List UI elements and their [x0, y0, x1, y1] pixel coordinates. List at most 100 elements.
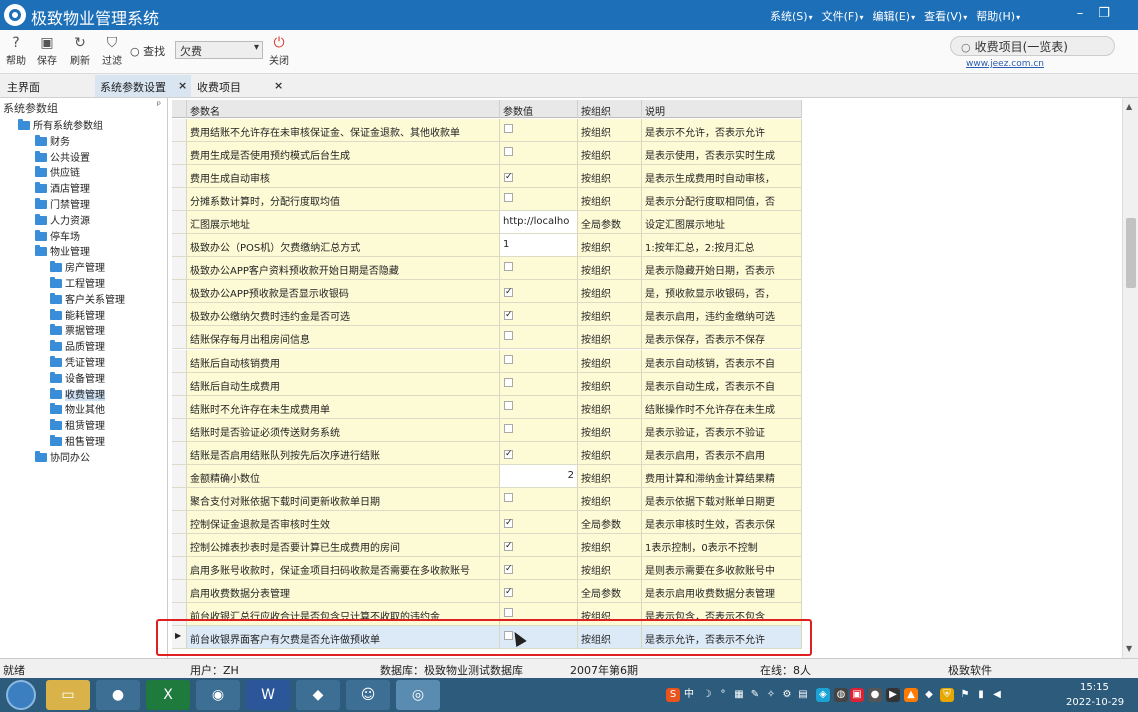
checkbox-unchecked[interactable]	[504, 354, 513, 364]
pin-icon[interactable]: ᵖ	[157, 100, 161, 111]
tree-item[interactable]: 收费管理	[50, 386, 105, 401]
tree-item[interactable]: 供应链	[35, 164, 80, 179]
tree-item[interactable]: 设备管理	[50, 370, 105, 385]
tree-item[interactable]: 所有系统参数组	[18, 117, 103, 132]
checkbox-checked[interactable]: ✓	[504, 518, 513, 528]
table-row[interactable]: 启用收费数据分表管理 ✓ 全局参数 是表示启用收费数据分表管理	[172, 580, 802, 603]
table-row[interactable]: 控制保证金退款是否审核时生效 ✓ 全局参数 是表示审核时生效，否表示保	[172, 510, 802, 534]
param-value-cell[interactable]: 1	[500, 234, 578, 258]
param-value-cell[interactable]	[500, 142, 578, 166]
param-value-cell[interactable]	[500, 372, 578, 396]
table-row[interactable]: 结账时是否验证必须传送财务系统 按组织 是表示验证，否表示不验证	[172, 418, 802, 442]
param-value-cell[interactable]: ✓	[500, 556, 578, 580]
param-value-cell[interactable]	[500, 257, 578, 281]
header-description[interactable]: 说明	[642, 100, 802, 118]
checkbox-checked[interactable]: ✓	[504, 541, 513, 551]
param-value-cell[interactable]: ✓	[500, 280, 578, 304]
tree-item[interactable]: 公共设置	[35, 149, 90, 164]
menu-help[interactable]: 帮助(H)	[976, 8, 1020, 24]
table-row[interactable]: 汇图展示地址 http://localho 全局参数 设定汇图展示地址	[172, 211, 802, 235]
param-value-cell[interactable]	[500, 188, 578, 212]
table-row[interactable]: 极致办公（POS机）欠费缴纳汇总方式 1 按组织 1:按年汇总，2:按月汇总	[172, 234, 802, 258]
param-value-cell[interactable]	[500, 418, 578, 442]
tree-item[interactable]: 财务	[35, 133, 70, 148]
mic-icon[interactable]: ◍	[834, 688, 848, 702]
checkbox-checked[interactable]: ✓	[504, 588, 513, 597]
checkbox-unchecked[interactable]	[504, 331, 513, 341]
checkbox-checked[interactable]: ✓	[504, 173, 513, 183]
checkbox-unchecked[interactable]	[504, 193, 513, 203]
table-row[interactable]: 结账保存每月出租房间信息 按组织 是表示保存，否表示不保存	[172, 326, 802, 350]
param-value-cell[interactable]	[500, 395, 578, 419]
global-search-input[interactable]: ○ 收费项目(一览表)	[950, 36, 1115, 56]
keyboard-icon[interactable]: ▦	[732, 688, 746, 702]
minimize-button[interactable]: –	[1072, 6, 1088, 22]
scrollbar-thumb[interactable]	[1126, 218, 1136, 288]
menu-system[interactable]: 系统(S)	[770, 8, 813, 24]
header-param-name[interactable]: 参数名	[187, 100, 500, 118]
table-row[interactable]: 极致办公缴纳欠费时违约金是否可选 ✓ 按组织 是表示启用，违约金缴纳可选	[172, 303, 802, 327]
android-icon[interactable]: ◆	[296, 680, 340, 710]
menu-file[interactable]: 文件(F)	[822, 8, 864, 24]
checkbox-unchecked[interactable]	[504, 147, 513, 157]
table-row[interactable]: 启用多账号收款时，保证金项目扫码收款是否需要在多收款账号 ✓ 按组织 是则表示需要在多…	[172, 556, 802, 580]
checkbox-unchecked[interactable]	[504, 262, 513, 272]
table-row[interactable]: 费用生成自动审核 ✓ 按组织 是表示生成费用时自动审核，	[172, 165, 802, 189]
excel-icon[interactable]: X	[146, 680, 190, 710]
checkbox-unchecked[interactable]	[504, 400, 513, 410]
table-row[interactable]: 结账后自动核销费用 按组织 是表示自动核销，否表示不自	[172, 349, 802, 373]
grid-icon[interactable]: ▤	[796, 688, 810, 702]
firefox-icon[interactable]: ●	[96, 680, 140, 710]
scroll-up-icon[interactable]: ▲	[1126, 102, 1132, 111]
flag-icon[interactable]: ⚑	[958, 688, 972, 702]
tab-charge-items[interactable]: 收费项目	[192, 75, 286, 97]
refresh-button[interactable]: ↻ 刷新	[66, 34, 94, 67]
tree-item[interactable]: 物业其他	[50, 401, 105, 416]
param-value-cell[interactable]: ✓	[500, 510, 578, 534]
tree-item[interactable]: 品质管理	[50, 338, 105, 353]
clock-date[interactable]: 2022-10-29	[1066, 697, 1124, 708]
network-app-icon[interactable]: ◈	[816, 688, 830, 702]
tree-item[interactable]: 酒店管理	[35, 180, 90, 195]
moon-icon[interactable]: ☽	[700, 688, 714, 702]
wrench-icon[interactable]: ✧	[764, 688, 778, 702]
tree-item[interactable]: 能耗管理	[50, 307, 105, 322]
tree-item[interactable]: 工程管理	[50, 275, 105, 290]
jeez-app-icon[interactable]: ◎	[396, 680, 440, 710]
app-face-icon[interactable]: ☺	[346, 680, 390, 710]
table-row[interactable]: 控制公摊表抄表时是否要计算已生成费用的房间 ✓ 按组织 1表示控制，0表示不控制	[172, 533, 802, 557]
punctuation-icon[interactable]: °	[716, 688, 730, 702]
find-button[interactable]: ○ 查找	[130, 43, 165, 59]
table-row[interactable]: 结账后自动生成费用 按组织 是表示自动生成，否表示不自	[172, 372, 802, 396]
restore-button[interactable]: ❐	[1096, 6, 1112, 22]
tab-system-params[interactable]: 系统参数设置	[95, 75, 191, 97]
find-select[interactable]: 欠费	[175, 41, 263, 59]
tree-item[interactable]: 租赁管理	[50, 417, 105, 432]
table-row[interactable]: 分摊系数计算时，分配行度取均值 按组织 是表示分配行度取相同值，否	[172, 188, 802, 212]
tree-item[interactable]: 门禁管理	[35, 196, 90, 211]
param-value-cell[interactable]: 2	[500, 464, 578, 488]
start-button[interactable]	[6, 680, 36, 710]
file-explorer-icon[interactable]: ▭	[46, 680, 90, 710]
menu-view[interactable]: 查看(V)	[924, 8, 967, 24]
table-row[interactable]: 结账时不允许存在未生成费用单 按组织 结账操作时不允许存在未生成	[172, 395, 802, 419]
table-row[interactable]: 结账是否启用结账队列按先后次序进行结账 ✓ 按组织 是表示启用，否表示不启用	[172, 441, 802, 465]
tree-item[interactable]: 客户关系管理	[50, 291, 125, 306]
tree-item[interactable]: 停车场	[35, 228, 80, 243]
pdf-tray-icon[interactable]: ▲	[904, 688, 918, 702]
checkbox-checked[interactable]: ✓	[504, 564, 513, 574]
table-row[interactable]: 聚合支付对账依据下载时间更新收款单日期 按组织 是表示依据下载对账单日期更	[172, 487, 802, 511]
checkbox-checked[interactable]: ✓	[504, 449, 513, 459]
param-value-cell[interactable]: ✓	[500, 303, 578, 327]
checkbox-checked[interactable]: ✓	[504, 288, 513, 298]
param-value-cell[interactable]	[500, 119, 578, 142]
clock-time[interactable]: 15:15	[1080, 682, 1109, 693]
param-value-cell[interactable]	[500, 487, 578, 511]
param-value-cell[interactable]	[500, 326, 578, 350]
checkbox-checked[interactable]: ✓	[504, 311, 513, 321]
header-param-value[interactable]: 参数值	[500, 100, 578, 118]
app-tray-icon[interactable]: ▣	[850, 688, 864, 702]
table-row[interactable]: 费用结账不允许存在未审核保证金、保证金退款、其他收款单 按组织 是表示不允许，否表示…	[172, 119, 802, 142]
tab-main[interactable]: 主界面	[2, 75, 94, 97]
param-value-cell[interactable]: ✓	[500, 441, 578, 465]
